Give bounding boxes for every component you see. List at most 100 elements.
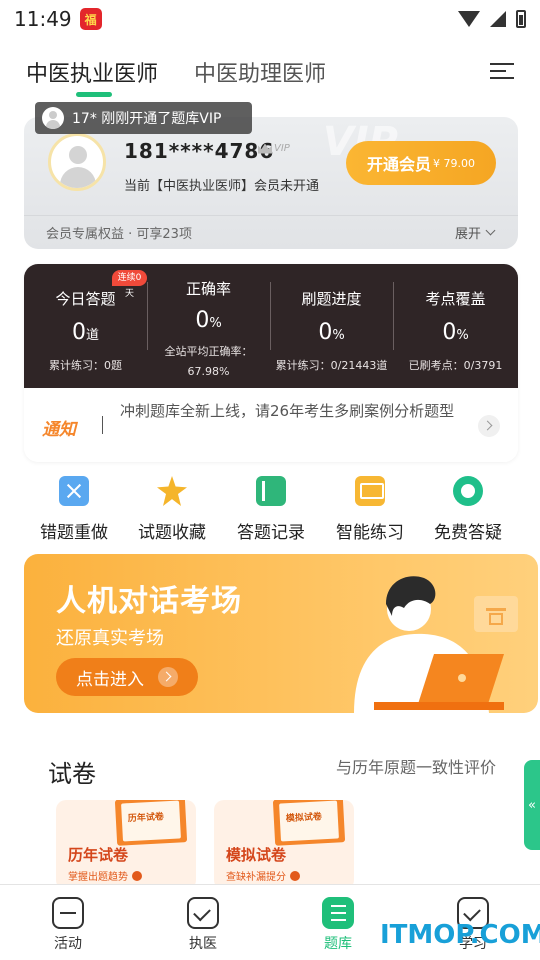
activity-icon [52, 897, 84, 929]
smart-practice-icon [355, 476, 385, 506]
star-icon [157, 476, 187, 506]
signal-icon [490, 11, 506, 27]
status-icons [458, 10, 526, 28]
battery-icon [516, 10, 526, 28]
stat-accuracy[interactable]: 正确率 0% 全站平均正确率：67.98% [147, 264, 270, 388]
expand-label: 展开 [454, 227, 481, 242]
stat-title: 刷题进度 [301, 290, 362, 308]
chevron-right-icon [158, 667, 178, 687]
promo-enter-button[interactable]: 点击进入 [56, 658, 198, 696]
app-notification-icon: 福 [79, 8, 102, 30]
exam-book-icon: 历年试卷 [114, 800, 188, 846]
stat-value: 0% [318, 320, 345, 345]
divider [102, 416, 103, 434]
nav-label: 题库 [324, 936, 352, 952]
promo-title: 人机对话考场 [56, 584, 242, 619]
stat-value: 0% [195, 308, 222, 333]
promo-banner[interactable]: 人机对话考场 还原真实考场 点击进入 [24, 554, 538, 713]
tab-assistant[interactable]: 中医助理医师 [194, 56, 326, 88]
chat-icon [453, 476, 483, 506]
paper-tile-name: 模拟试卷 [226, 846, 287, 864]
open-vip-price: ¥ 79.00 [433, 156, 475, 170]
feature-favorites[interactable]: 试题收藏 [122, 474, 222, 546]
status-bar: 11:49 福 [0, 0, 540, 38]
chevron-down-icon [485, 225, 496, 236]
stat-sub: 累计练习：0题 [49, 359, 122, 372]
open-vip-label: 开通会员 [366, 155, 431, 174]
feature-label: 免费答疑 [434, 523, 502, 543]
stat-sub: 累计练习：0/21443道 [275, 359, 388, 372]
stat-sub: 已刷考点：0/3791 [408, 359, 503, 372]
stat-title: 今日答题 [55, 290, 116, 308]
stats-panel: 连续0天 今日答题 0道 累计练习：0题 正确率 0% 全站平均正确率：67.9… [24, 264, 518, 388]
section-title: 试卷 [48, 760, 96, 788]
feature-label: 智能练习 [336, 523, 404, 543]
menu-icon[interactable] [490, 61, 514, 81]
stat-title: 考点覆盖 [425, 290, 486, 308]
stat-value: 0道 [71, 320, 99, 345]
arrow-icon [132, 870, 142, 881]
wrong-questions-icon [59, 476, 89, 506]
list-icon [322, 897, 354, 929]
book-label: 模拟试卷 [285, 812, 323, 825]
notice-text: 冲刺题库全新上线，请26年考生多刷案例分析题型 [120, 402, 455, 420]
book-label: 历年试卷 [127, 812, 165, 825]
vip-badge-label: VIP [274, 143, 290, 154]
stat-title: 正确率 [185, 280, 231, 298]
papers-card: 试卷 与历年原题一致性评价 历年试卷 历年试卷 掌握出题趋势 模拟试卷 模拟试卷… [24, 728, 518, 890]
feature-free-qa[interactable]: 免费答疑 [418, 474, 518, 546]
exam-book-icon: 模拟试卷 [272, 800, 346, 846]
notice-bar[interactable]: 通知 冲刺题库全新上线，请26年考生多刷案例分析题型 [24, 388, 518, 462]
streak-badge: 连续0天 [112, 270, 147, 299]
tab-indicator [76, 92, 112, 97]
stat-coverage[interactable]: 考点覆盖 0% 已刷考点：0/3791 [394, 264, 517, 388]
stats-card: 连续0天 今日答题 0道 累计练习：0题 正确率 0% 全站平均正确率：67.9… [24, 264, 518, 462]
nav-activity[interactable]: 活动 [18, 885, 118, 960]
top-tab-bar: 中医执业医师 中医助理医师 [0, 38, 540, 100]
nav-question-bank[interactable]: 题库 [288, 885, 388, 960]
toast-text: 17* 刚刚开通了题库VIP [72, 111, 222, 127]
feature-smart-practice[interactable]: 智能练习 [320, 474, 420, 546]
vip-badge: VIP [258, 143, 290, 154]
avatar[interactable] [48, 133, 106, 191]
feature-label: 错题重做 [40, 523, 108, 543]
stat-value: 0% [442, 320, 469, 345]
paper-tile-past[interactable]: 历年试卷 历年试卷 掌握出题趋势 [56, 800, 196, 890]
section-subtitle: 与历年原题一致性评价 [335, 758, 496, 777]
arrow-icon [290, 870, 300, 881]
status-time: 11:49 [14, 7, 72, 31]
divider [24, 215, 518, 216]
nav-label: 执医 [189, 936, 217, 952]
side-drawer-tab[interactable]: « [524, 760, 540, 850]
paper-tile-name: 历年试卷 [68, 846, 129, 864]
person-laptop-illustration [354, 576, 518, 713]
member-benefits: 会员专属权益 · 可享23项 [46, 227, 192, 242]
feature-label: 试题收藏 [138, 523, 206, 543]
open-vip-button[interactable]: 开通会员 ¥ 79.00 [346, 141, 496, 185]
feature-records[interactable]: 答题记录 [221, 474, 321, 546]
feature-wrong-questions[interactable]: 错题重做 [24, 474, 124, 546]
member-status: 当前【中医执业医师】会员未开通 [124, 179, 320, 194]
site-watermark: ITMOP.COM [380, 920, 540, 950]
stat-today[interactable]: 连续0天 今日答题 0道 累计练习：0题 [24, 264, 147, 388]
promo-subtitle: 还原真实考场 [56, 628, 164, 649]
record-book-icon [256, 476, 286, 506]
stat-progress[interactable]: 刷题进度 0% 累计练习：0/21443道 [270, 264, 393, 388]
feature-label: 答题记录 [237, 523, 305, 543]
expand-benefits-button[interactable]: 展开 [454, 223, 496, 242]
crown-icon [258, 143, 272, 154]
nav-practice[interactable]: 执医 [153, 885, 253, 960]
promo-button-label: 点击进入 [76, 669, 144, 690]
toast-avatar [42, 107, 64, 129]
notice-logo: 通知 [42, 420, 76, 440]
phone-number: 181****4786 [124, 139, 275, 163]
nav-label: 活动 [54, 936, 82, 952]
paper-tile-desc: 掌握出题趋势 [68, 868, 142, 883]
feature-row: 错题重做 试题收藏 答题记录 智能练习 免费答疑 [24, 474, 518, 546]
tab-practitioner[interactable]: 中医执业医师 [26, 56, 158, 88]
stat-sub: 全站平均正确率：67.98% [164, 345, 253, 378]
vip-toast: 17* 刚刚开通了题库VIP [35, 102, 252, 134]
member-card: VIP 181****4786 VIP 当前【中医执业医师】会员未开通 开通会员… [24, 117, 518, 249]
paper-tile-mock[interactable]: 模拟试卷 模拟试卷 查缺补漏提分 [214, 800, 354, 890]
chevron-right-icon[interactable] [478, 415, 500, 437]
